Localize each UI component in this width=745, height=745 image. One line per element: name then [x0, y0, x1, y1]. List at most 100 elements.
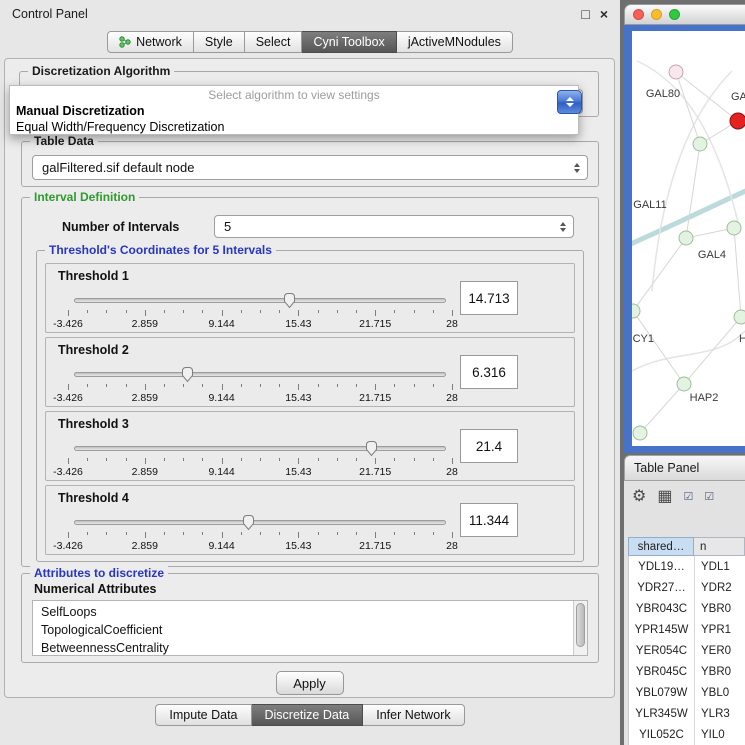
tab-network[interactable]: Network: [107, 31, 194, 53]
threshold-row: Threshold 2-3.4262.8599.14415.4321.71528…: [45, 337, 575, 407]
zoom-traffic-light[interactable]: [669, 9, 680, 20]
tab-impute-data[interactable]: Impute Data: [155, 704, 251, 726]
network-node[interactable]: [679, 231, 693, 245]
minimize-traffic-light[interactable]: [651, 9, 662, 20]
network-node[interactable]: [727, 221, 741, 235]
scale-label: 15.43: [285, 466, 311, 478]
network-node[interactable]: [730, 113, 745, 129]
tick-mark: [202, 532, 203, 535]
table-row[interactable]: YLR345WYLR3: [629, 703, 745, 724]
node-label: GAL80: [646, 88, 680, 100]
threshold-value-input[interactable]: 6.316: [460, 355, 518, 389]
list-scrollbar[interactable]: [573, 601, 587, 655]
table-row[interactable]: YBR043CYBR0: [629, 598, 745, 619]
network-node[interactable]: [677, 377, 691, 391]
slider-handle[interactable]: [242, 514, 255, 531]
tick-mark: [164, 458, 165, 461]
threshold-slider[interactable]: -3.4262.8599.14415.4321.71528: [68, 291, 452, 325]
unselect-columns-icon[interactable]: ☑: [704, 492, 714, 503]
network-node[interactable]: [632, 304, 640, 318]
list-item[interactable]: TopologicalCoefficient: [33, 621, 573, 639]
threshold-value-input[interactable]: 11.344: [460, 503, 518, 537]
table-row[interactable]: YDR27…YDR2: [629, 577, 745, 598]
table-cell: YDL1: [695, 556, 745, 577]
network-canvas[interactable]: GAL80GALGAL11GAL4GCY1HHAP2: [632, 31, 745, 446]
scale-label: 2.859: [132, 540, 158, 552]
slider-handle[interactable]: [181, 366, 194, 383]
table-row[interactable]: YPR145WYPR1: [629, 619, 745, 640]
tick-mark: [356, 384, 357, 387]
network-edge: [633, 311, 684, 384]
tab-cyni-toolbox[interactable]: Cyni Toolbox: [302, 31, 396, 53]
tick-mark: [356, 458, 357, 461]
interval-definition-group: Interval Definition Number of Intervals …: [21, 197, 599, 567]
tick-mark: [298, 310, 299, 316]
control-panel-titlebar[interactable]: Control Panel □×: [0, 0, 620, 27]
thresholds-group: Threshold's Coordinates for 5 Intervals …: [36, 250, 584, 562]
network-edge: [686, 144, 700, 238]
table-data-select[interactable]: galFiltered.sif default node: [32, 155, 588, 180]
threshold-slider[interactable]: -3.4262.8599.14415.4321.71528: [68, 365, 452, 399]
tick-mark: [298, 384, 299, 390]
tick-mark: [318, 384, 319, 387]
table-row[interactable]: YER054CYER0: [629, 640, 745, 661]
column-header-shared[interactable]: shared…: [628, 537, 694, 556]
tick-mark: [68, 384, 69, 390]
popup-option-manual-discretization[interactable]: Manual Discretization: [10, 103, 578, 119]
slider-track: [74, 520, 446, 525]
tick-mark: [318, 458, 319, 461]
slider-handle[interactable]: [365, 440, 378, 457]
table-row[interactable]: YDL19…YDL1: [629, 556, 745, 577]
network-node[interactable]: [734, 310, 745, 324]
table-body: YDL19…YDL1YDR27…YDR2YBR043CYBR0YPR145WYP…: [628, 556, 745, 745]
column-header-n[interactable]: n: [694, 537, 745, 556]
numerical-attributes-list[interactable]: SelfLoopsTopologicalCoefficientBetweenne…: [32, 600, 588, 656]
tab-label: Cyni Toolbox: [313, 35, 384, 49]
attributes-group: Attributes to discretize Numerical Attri…: [21, 573, 599, 663]
tab-select[interactable]: Select: [245, 31, 303, 53]
close-icon[interactable]: ×: [600, 7, 608, 21]
select-all-columns-icon[interactable]: ☑: [683, 492, 693, 503]
scale-label: 28: [446, 466, 458, 478]
slider-scale: -3.4262.8599.14415.4321.71528: [68, 392, 452, 404]
table-panel-titlebar[interactable]: Table Panel: [624, 455, 745, 481]
table-row[interactable]: YBL079WYBL0: [629, 682, 745, 703]
close-traffic-light[interactable]: [633, 9, 644, 20]
tab-infer-network[interactable]: Infer Network: [363, 704, 464, 726]
threshold-row: Threshold 3-3.4262.8599.14415.4321.71528…: [45, 411, 575, 481]
list-item[interactable]: SelfLoops: [33, 603, 573, 621]
tab-label: Network: [136, 35, 182, 49]
slider-handle[interactable]: [283, 292, 296, 309]
tab-bar: Network StyleSelect Cyni Toolbox jActiveMNo…: [0, 31, 620, 53]
tab-label: Impute Data: [169, 708, 237, 722]
network-edge: [734, 228, 741, 317]
tab-jactivemnodules[interactable]: jActiveMNodules: [397, 31, 513, 53]
settings-gear-icon[interactable]: ⚙: [632, 489, 646, 505]
network-node[interactable]: [693, 137, 707, 151]
list-item[interactable]: BetweennessCentrality: [33, 639, 573, 655]
network-node[interactable]: [669, 65, 683, 79]
num-intervals-select[interactable]: 5: [214, 215, 574, 238]
popup-option-equal-width-frequency-discretization[interactable]: Equal Width/Frequency Discretization: [10, 119, 578, 135]
apply-button[interactable]: Apply: [276, 671, 344, 695]
float-window-icon[interactable]: □: [581, 7, 589, 21]
table-panel: ⚙ ▦ ☑ ☑ shared…n YDL19…YDL1YDR27…YDR2YBR043…: [624, 481, 745, 745]
threshold-slider[interactable]: -3.4262.8599.14415.4321.71528: [68, 513, 452, 547]
table-row[interactable]: YBR045CYBR0: [629, 661, 745, 682]
tab-style[interactable]: Style: [194, 31, 245, 53]
network-window-titlebar[interactable]: [624, 4, 745, 25]
network-node[interactable]: [633, 426, 647, 440]
threshold-value-input[interactable]: 21.4: [460, 429, 518, 463]
threshold-slider[interactable]: -3.4262.8599.14415.4321.71528: [68, 439, 452, 473]
show-columns-icon[interactable]: ▦: [657, 489, 672, 505]
threshold-value-input[interactable]: 14.713: [460, 281, 518, 315]
window-controls: □×: [581, 7, 608, 21]
tick-mark: [414, 310, 415, 313]
scrollbar-thumb[interactable]: [576, 603, 585, 647]
popup-placeholder-item: Select algorithm to view settings: [10, 87, 578, 103]
table-row[interactable]: YIL052CYIL0: [629, 724, 745, 745]
tab-discretize-data[interactable]: Discretize Data: [252, 704, 364, 726]
algorithm-select-stepper[interactable]: [557, 90, 582, 114]
table-cell: YBR0: [695, 598, 745, 619]
node-label: HAP2: [690, 392, 719, 404]
